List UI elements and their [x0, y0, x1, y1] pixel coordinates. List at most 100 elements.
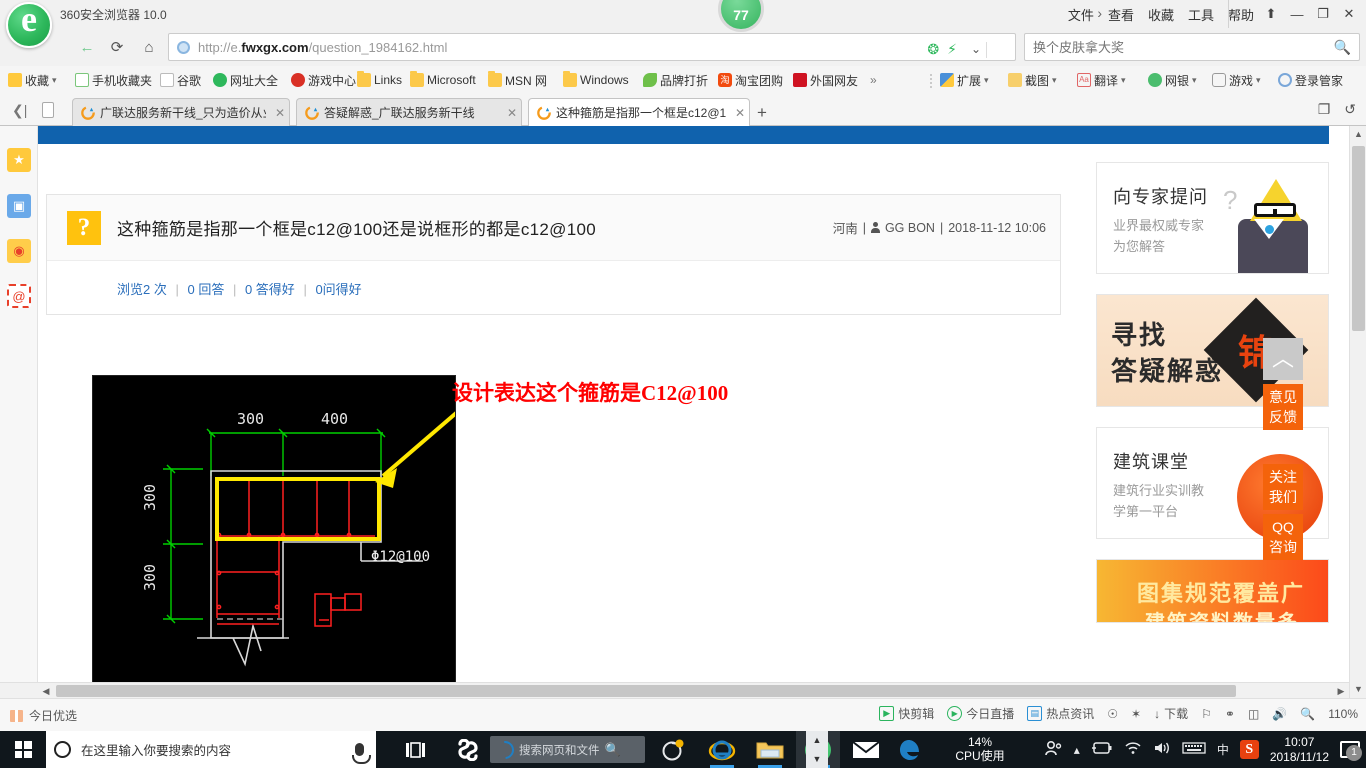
status-quick-edit[interactable]: ▶ 快剪辑	[879, 705, 934, 722]
tab-3-active[interactable]: 这种箍筋是指那一个框是c12@1 ✕	[528, 98, 750, 126]
tool-screenshot[interactable]: 截图 ▾	[1008, 70, 1057, 90]
maximize-icon[interactable]: ❐	[1310, 0, 1336, 28]
cpu-usage-indicator[interactable]: 14% CPU使用	[930, 735, 1030, 763]
bookmark-overflow[interactable]: »	[870, 70, 877, 90]
stat-views[interactable]: 浏览2 次	[117, 282, 167, 297]
status-hot-news[interactable]: ▤ 热点资讯	[1027, 705, 1094, 722]
ad-atlas-standards[interactable]: 图集规范覆盖广 建筑资料数量多	[1096, 559, 1329, 623]
feedback-button[interactable]: 意见 反馈	[1263, 384, 1303, 430]
bookmark-gamecenter[interactable]: 游戏中心	[291, 70, 356, 90]
back-button[interactable]: ←	[74, 34, 100, 60]
new-tab-button[interactable]: +	[757, 103, 767, 123]
menu-view[interactable]: 查看	[1108, 5, 1134, 24]
chevron-down-icon[interactable]: ▾	[984, 75, 989, 86]
bookmark-taobao[interactable]: 淘淘宝团购	[718, 70, 783, 90]
split-screen-icon[interactable]: ◫	[1248, 707, 1259, 721]
minimize-icon[interactable]: —	[1284, 0, 1310, 28]
stat-answers[interactable]: 0 回答	[187, 282, 224, 297]
bookmark-mobile-favs[interactable]: 手机收藏夹	[75, 70, 152, 90]
wifi-icon[interactable]	[1124, 741, 1142, 758]
show-hidden-icons-chevron-up-icon[interactable]: ▴	[1074, 743, 1080, 757]
bookmark-google[interactable]: 谷歌	[160, 70, 201, 90]
notification-center-icon[interactable]: 1	[1340, 741, 1362, 761]
rocket-icon[interactable]: ✶	[1131, 707, 1141, 721]
cortana-s-icon[interactable]	[448, 731, 488, 768]
mail-icon[interactable]: @	[7, 284, 31, 308]
volume-icon[interactable]: 🔊	[1272, 707, 1287, 721]
scroll-down-icon[interactable]: ▼	[1350, 681, 1366, 698]
scroll-right-icon[interactable]: ▶	[1333, 683, 1349, 698]
start-button[interactable]	[0, 731, 46, 768]
tool-login-manager[interactable]: 登录管家	[1278, 70, 1343, 90]
people-icon[interactable]	[1044, 739, 1063, 760]
ad-ask-expert[interactable]: 向专家提问 业界最权威专家 为您解答 ?	[1096, 162, 1329, 274]
lightning-icon[interactable]: ⚡	[947, 41, 957, 58]
volume-icon[interactable]	[1153, 741, 1171, 758]
status-live-today[interactable]: ▶ 今日直播	[947, 705, 1014, 722]
bookmark-msn[interactable]: MSN 网	[488, 70, 547, 90]
back-to-top-button[interactable]: ︿	[1263, 338, 1303, 380]
chevron-down-icon[interactable]: ▾	[52, 75, 57, 86]
sogou-search-box[interactable]: 搜索网页和文件 🔍	[490, 736, 645, 763]
horizontal-scrollbar[interactable]: ◀ ▶	[0, 682, 1349, 698]
keyboard-icon[interactable]	[1182, 741, 1206, 758]
stat-good-answers[interactable]: 0 答得好	[245, 282, 295, 297]
tab-2[interactable]: 答疑解惑_广联达服务新干线 ✕	[296, 98, 522, 126]
status-downloads[interactable]: ↓ 下载	[1154, 705, 1188, 722]
bookmark-links[interactable]: Links	[357, 70, 402, 90]
window-list-icon[interactable]: ❐	[1318, 101, 1331, 118]
tool-bank[interactable]: 网银 ▾	[1148, 70, 1197, 90]
ime-indicator[interactable]: 中	[1217, 741, 1229, 758]
status-today-picks[interactable]: 今日优选	[10, 707, 77, 724]
search-input[interactable]	[1033, 39, 1334, 55]
bookmark-foreign-friends[interactable]: 外国网友	[793, 70, 858, 90]
news-icon[interactable]: ▣	[7, 194, 31, 218]
file-explorer-icon[interactable]	[748, 731, 792, 768]
taskbar-search-box[interactable]: 在这里输入你要搜索的内容	[46, 731, 376, 768]
follow-us-button[interactable]: 关注 我们	[1263, 464, 1303, 510]
chevron-down-icon[interactable]: ▾	[1121, 75, 1126, 86]
scan-icon[interactable]: ❂	[927, 41, 939, 58]
chevron-down-icon[interactable]: ▾	[1256, 75, 1261, 86]
stat-good-questions[interactable]: 0问得好	[315, 282, 361, 297]
chevron-down-icon[interactable]: ▾	[1192, 75, 1197, 86]
shield-icon[interactable]: ⚭	[1225, 707, 1235, 721]
scroll-left-icon[interactable]: ◀	[38, 683, 54, 698]
bookmark-favorites[interactable]: 收藏 ▾	[8, 70, 57, 90]
zoom-level[interactable]: 110%	[1328, 707, 1358, 721]
search-box[interactable]: 🔍	[1024, 33, 1360, 61]
bookmark-brand-sale[interactable]: 品牌打折	[643, 70, 708, 90]
tab-close-icon[interactable]: ✕	[503, 106, 517, 120]
site-info-icon[interactable]	[177, 40, 190, 54]
flag-icon[interactable]: ⚐	[1201, 707, 1212, 721]
tool-games[interactable]: 游戏 ▾	[1212, 70, 1261, 90]
360-shield-icon[interactable]	[652, 731, 694, 768]
cad-drawing-image[interactable]: 300 400 300 300 Φ12@100	[92, 375, 456, 698]
url-input[interactable]: http://e.fwxgx.com/question_1984162.html…	[168, 33, 1016, 61]
tab-1[interactable]: 广联达服务新干线_只为造价从业 ✕	[72, 98, 290, 126]
taskbar-overflow-arrows[interactable]: ▲ ▼	[806, 731, 828, 768]
reload-button[interactable]: ⟳	[104, 34, 130, 60]
scroll-up-icon[interactable]: ▲	[1350, 126, 1366, 143]
search-icon[interactable]: 🔍	[605, 742, 621, 758]
horizontal-scroll-thumb[interactable]	[56, 685, 1236, 697]
microphone-icon[interactable]	[352, 743, 371, 764]
vertical-scroll-thumb[interactable]	[1352, 146, 1365, 331]
chevron-down-icon[interactable]: ▼	[813, 754, 822, 764]
chevron-up-icon[interactable]: ▲	[813, 735, 822, 745]
star-icon[interactable]: ★	[7, 148, 31, 172]
bookmark-hao360[interactable]: 网址大全	[213, 70, 278, 90]
vertical-scrollbar[interactable]: ▲ ▼	[1349, 126, 1366, 698]
tab-close-icon[interactable]: ✕	[731, 106, 745, 120]
menu-tools[interactable]: 工具	[1188, 5, 1214, 24]
pin-window-icon[interactable]: ⬆	[1258, 0, 1284, 28]
restore-tab-icon[interactable]	[42, 102, 54, 118]
qq-consult-button[interactable]: QQ 咨询	[1263, 514, 1303, 560]
tab-list-button[interactable]: ❮|	[12, 102, 27, 119]
tab-close-icon[interactable]: ✕	[271, 106, 285, 120]
bookmark-microsoft[interactable]: Microsoft	[410, 70, 476, 90]
tool-extensions[interactable]: 扩展 ▾	[940, 70, 989, 90]
edge-icon[interactable]	[890, 731, 930, 768]
speed-icon[interactable]: ☉	[1107, 707, 1118, 721]
find-icon[interactable]: 🔍	[1300, 707, 1315, 721]
